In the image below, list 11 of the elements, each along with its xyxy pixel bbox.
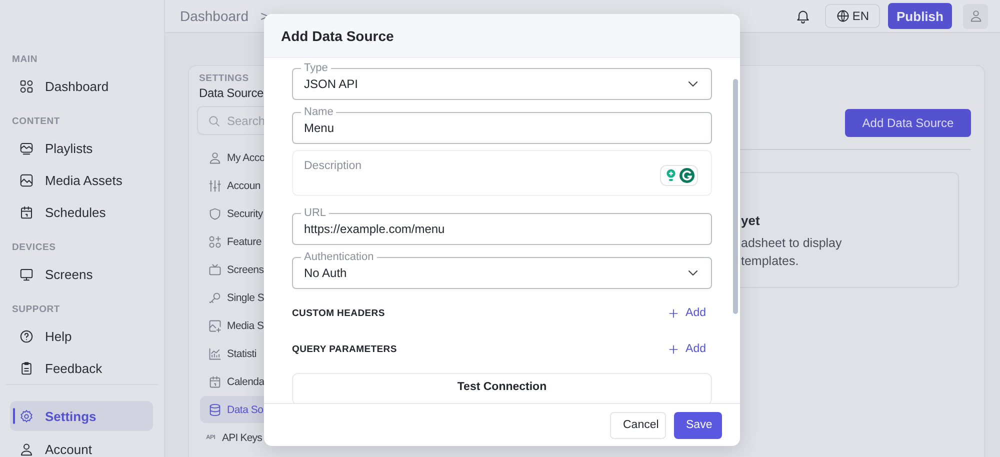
panel-title: Data Source bbox=[198, 86, 264, 100]
section-label: SETTINGS bbox=[198, 73, 249, 84]
section-label: MAIN bbox=[11, 53, 38, 67]
empty-state-text: templates. bbox=[741, 253, 800, 270]
section-label: DEVICES bbox=[11, 241, 57, 255]
empty-state-title: yet bbox=[741, 213, 761, 228]
empty-state-text: adsheet to display bbox=[741, 235, 843, 252]
section-heading: CUSTOM HEADERS bbox=[292, 308, 385, 318]
section-label: SUPPORT bbox=[11, 303, 62, 317]
section-label: CONTENT bbox=[11, 115, 62, 129]
section-heading: QUERY PARAMETERS bbox=[292, 344, 397, 354]
